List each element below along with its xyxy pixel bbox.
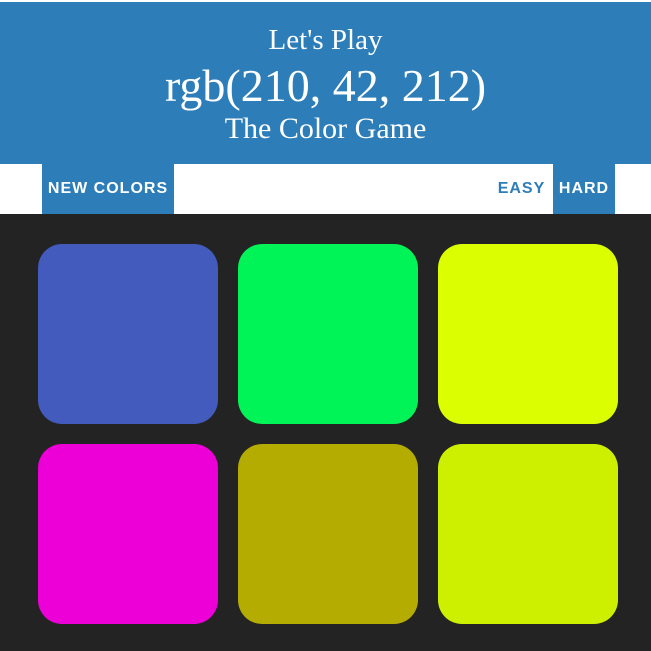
color-square-1[interactable] [38, 244, 218, 424]
game-header: Let's Play rgb(210, 42, 212) The Color G… [0, 0, 651, 164]
color-square-5[interactable] [238, 444, 418, 624]
easy-mode-button[interactable]: EASY [490, 164, 553, 214]
intro-text: Let's Play [268, 24, 383, 56]
color-square-6[interactable] [438, 444, 618, 624]
new-colors-button[interactable]: NEW COLORS [42, 164, 174, 214]
color-squares-grid [0, 214, 651, 651]
target-rgb-display: rgb(210, 42, 212) [164, 60, 487, 111]
game-title: The Color Game [224, 112, 427, 145]
color-square-2[interactable] [238, 244, 418, 424]
hard-mode-button[interactable]: HARD [553, 164, 615, 214]
color-square-4[interactable] [38, 444, 218, 624]
control-bar: NEW COLORS EASY HARD [0, 164, 651, 214]
color-square-3[interactable] [438, 244, 618, 424]
